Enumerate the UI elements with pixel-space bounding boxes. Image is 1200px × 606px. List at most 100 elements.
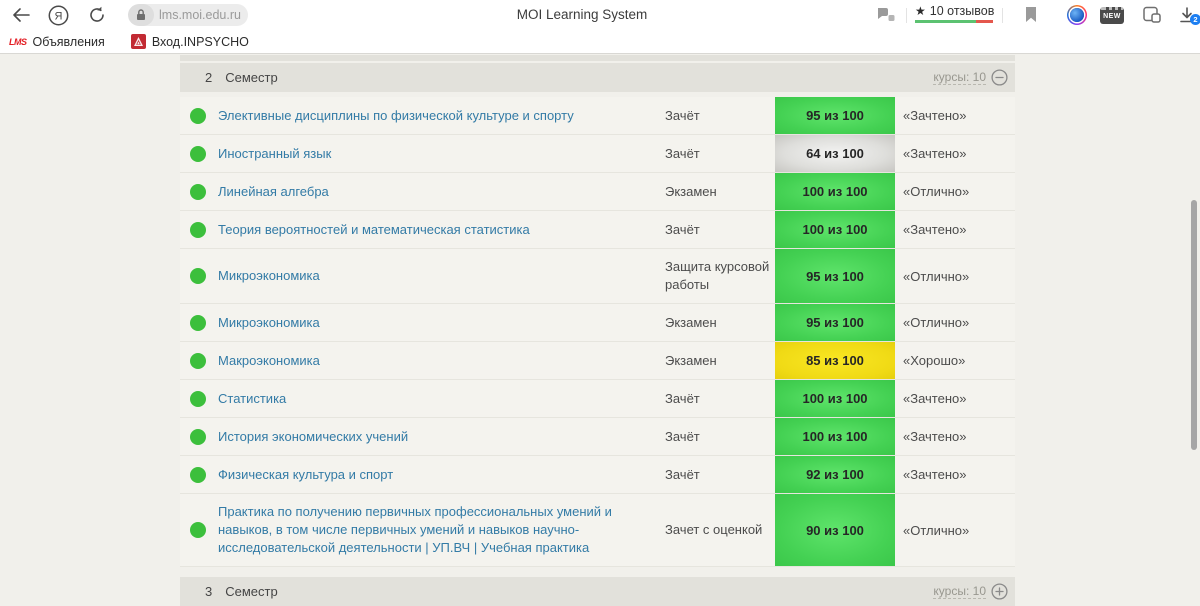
lock-icon[interactable]: [128, 4, 154, 26]
score-cell: 90 из 100: [775, 494, 895, 566]
address-bar[interactable]: lms.moi.edu.ru: [128, 4, 248, 26]
course-link[interactable]: История экономических учений: [218, 419, 665, 455]
refresh-icon[interactable]: [86, 4, 108, 26]
assessment-type: Зачёт: [665, 466, 700, 482]
grade-text: «Отлично»: [903, 522, 970, 538]
status-dot-icon: [180, 466, 218, 483]
table-row: Теория вероятностей и математическая ста…: [180, 211, 1015, 249]
grade-text: «Отлично»: [903, 268, 970, 284]
status-dot-icon: [180, 390, 218, 407]
course-link[interactable]: Макроэкономика: [218, 343, 665, 379]
grade-text: «Зачтено»: [903, 429, 967, 444]
table-row: Физическая культура и спорт Зачёт 92 из …: [180, 456, 1015, 494]
grade-text: «Зачтено»: [903, 146, 967, 161]
collapse-icon[interactable]: [991, 69, 1008, 86]
courses-count-link[interactable]: курсы: 10: [933, 584, 986, 599]
scrollbar-thumb[interactable]: [1191, 200, 1197, 450]
semester-3-header: 3 Семестр курсы: 10: [180, 577, 1015, 606]
assessment-type: Зачет с оценкой: [665, 522, 763, 537]
score-cell: 95 из 100: [775, 304, 895, 341]
url-text[interactable]: lms.moi.edu.ru: [159, 8, 241, 22]
table-row: Элективные дисциплины по физической куль…: [180, 97, 1015, 135]
bookmark-flag-icon[interactable]: [1023, 6, 1039, 24]
grades-rows: Элективные дисциплины по физической куль…: [180, 97, 1015, 567]
table-row: Иностранный язык Зачёт 64 из 100 «Зачтен…: [180, 135, 1015, 173]
assessment-type: Экзамен: [665, 183, 717, 199]
status-dot-icon: [180, 428, 218, 445]
grade-text: «Зачтено»: [903, 391, 967, 406]
status-dot-icon: [180, 522, 218, 538]
assessment-type: Защита курсовой работы: [665, 259, 770, 292]
table-row: Макроэкономика Экзамен 85 из 100 «Хорошо…: [180, 342, 1015, 380]
bookmark-label: Объявления: [32, 34, 105, 49]
expand-icon[interactable]: [991, 583, 1008, 600]
table-row: Практика по получению первичных професси…: [180, 494, 1015, 567]
grade-text: «Отлично»: [903, 184, 970, 199]
lms-favicon-icon: LMS: [9, 36, 27, 47]
semester-number: 2: [205, 70, 213, 85]
assessment-type: Зачёт: [665, 390, 700, 406]
table-row: Линейная алгебра Экзамен 100 из 100 «Отл…: [180, 173, 1015, 211]
previous-section-edge: [180, 55, 1015, 61]
bookmark-label: Вход.INPSYCHO: [151, 34, 249, 49]
assessment-type: Экзамен: [665, 314, 717, 330]
assessment-type: Зачёт: [665, 221, 700, 237]
status-dot-icon: [180, 268, 218, 284]
grade-text: «Зачтено»: [903, 467, 967, 482]
score-cell: 100 из 100: [775, 418, 895, 455]
semester-number: 3: [205, 584, 213, 599]
course-link[interactable]: Иностранный язык: [218, 136, 665, 172]
status-dot-icon: [180, 107, 218, 124]
course-link[interactable]: Микроэкономика: [218, 305, 665, 341]
grade-text: «Хорошо»: [903, 353, 966, 368]
assessment-type: Зачёт: [665, 145, 700, 161]
yandex-icon[interactable]: Я: [47, 4, 69, 26]
table-row: Статистика Зачёт 100 из 100 «Зачтено»: [180, 380, 1015, 418]
extension-circle-icon[interactable]: [1066, 4, 1088, 26]
grade-text: «Зачтено»: [903, 108, 967, 123]
download-badge[interactable]: 2: [1190, 14, 1200, 25]
bookmark-item-inpsycho[interactable]: Вход.INPSYCHO: [130, 34, 249, 49]
bookmark-item-announcements[interactable]: LMS Объявления: [9, 35, 105, 49]
semester-label: Семестр: [225, 584, 278, 599]
side-panel-icon[interactable]: [1141, 5, 1163, 25]
bookmarks-bar: LMS Объявления Вход.INPSYCHO: [0, 30, 1200, 54]
table-row: История экономических учений Зачёт 100 и…: [180, 418, 1015, 456]
page-title: MOI Learning System: [516, 7, 648, 22]
score-cell: 95 из 100: [775, 249, 895, 303]
status-dot-icon: [180, 183, 218, 200]
score-cell: 92 из 100: [775, 456, 895, 493]
semester-label: Семестр: [225, 70, 278, 85]
reviews-label: 10 отзывов: [929, 4, 995, 18]
score-cell: 95 из 100: [775, 97, 895, 134]
status-dot-icon: [180, 145, 218, 162]
score-cell: 100 из 100: [775, 211, 895, 248]
table-row: Микроэкономика Экзамен 95 из 100 «Отличн…: [180, 304, 1015, 342]
score-cell: 100 из 100: [775, 380, 895, 417]
courses-count-link[interactable]: курсы: 10: [933, 70, 986, 85]
semester-2-header: 2 Семестр курсы: 10: [180, 63, 1015, 92]
assessment-type: Зачёт: [665, 107, 700, 123]
status-dot-icon: [180, 352, 218, 369]
score-cell: 64 из 100: [775, 135, 895, 172]
inpsycho-favicon-icon: [130, 34, 146, 49]
course-link[interactable]: Статистика: [218, 381, 665, 417]
course-link[interactable]: Физическая культура и спорт: [218, 457, 665, 493]
back-icon[interactable]: [10, 4, 32, 26]
status-dot-icon: [180, 314, 218, 331]
status-dot-icon: [180, 221, 218, 238]
toolbar-separator: [1002, 8, 1003, 23]
course-link[interactable]: Теория вероятностей и математическая ста…: [218, 212, 665, 248]
score-cell: 85 из 100: [775, 342, 895, 379]
assessment-type: Экзамен: [665, 352, 717, 368]
reviews-widget[interactable]: ★ 10 отзывов: [915, 4, 995, 23]
score-cell: 100 из 100: [775, 173, 895, 210]
course-link[interactable]: Элективные дисциплины по физической куль…: [218, 98, 665, 134]
new-extension-icon[interactable]: NEW: [1100, 6, 1124, 24]
browser-flags-icon[interactable]: [876, 6, 896, 24]
course-link[interactable]: Линейная алгебра: [218, 174, 665, 210]
course-link[interactable]: Практика по получению первичных професси…: [218, 494, 665, 566]
star-icon: ★: [915, 4, 926, 18]
assessment-type: Зачёт: [665, 428, 700, 444]
course-link[interactable]: Микроэкономика: [218, 258, 665, 294]
